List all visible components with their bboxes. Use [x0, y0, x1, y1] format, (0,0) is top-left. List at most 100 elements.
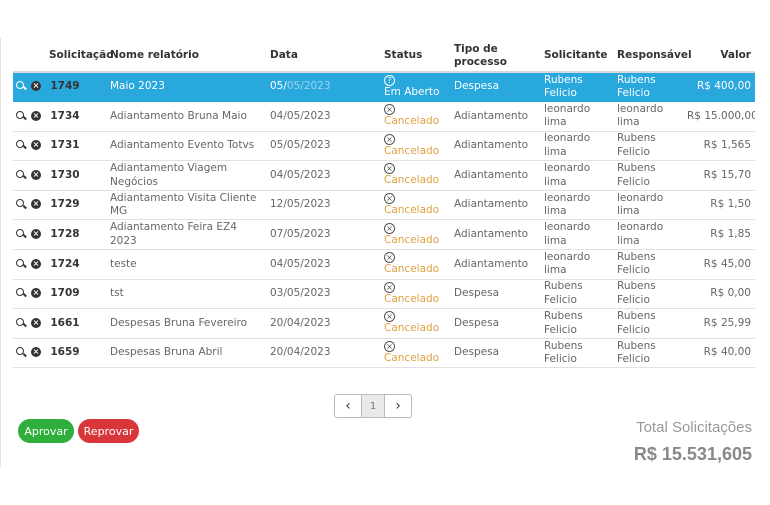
close-circle-icon[interactable]: ×	[31, 288, 41, 299]
x-circle-icon: ×	[384, 163, 395, 175]
close-circle-icon[interactable]: ×	[31, 169, 41, 180]
x-circle-icon: ×	[384, 133, 395, 145]
status-cell: × Cancelado	[382, 219, 452, 251]
requester: Rubens Felicio	[542, 279, 615, 310]
question-circle-icon: ?	[384, 74, 395, 86]
table-row[interactable]: × 1709 tst 03/05/2023 × Cancelado Despes…	[13, 279, 755, 310]
amount: R$ 1,565	[685, 131, 755, 162]
process-type: Despesa	[452, 279, 542, 310]
pagination: ‹ 1 ›	[334, 394, 412, 418]
date-text: 05/05/2023	[270, 139, 331, 152]
table-row[interactable]: × 1659 Despesas Bruna Abril 20/04/2023 ×…	[13, 338, 755, 369]
magnifier-icon[interactable]	[16, 347, 26, 357]
table-header-row: Solicitação Nome relatório Data Status T…	[13, 40, 755, 73]
x-circle-icon: ×	[384, 311, 395, 323]
date-text: 20/04/2023	[270, 346, 331, 359]
table-row[interactable]: × 1728 Adiantamento Feira EZ4 2023 07/05…	[13, 219, 755, 251]
next-page-button[interactable]: ›	[385, 395, 411, 417]
header-nome[interactable]: Nome relatório	[108, 40, 258, 73]
requester: Rubens Felicio	[542, 72, 615, 103]
close-circle-icon[interactable]: ×	[31, 110, 41, 121]
close-circle-icon[interactable]: ×	[31, 199, 41, 210]
header-valor[interactable]: Valor	[685, 40, 755, 73]
status-cell: × Cancelado	[382, 190, 452, 221]
status-text: Cancelado	[384, 292, 440, 305]
date-text: 20/04/2023	[270, 316, 331, 329]
close-circle-icon[interactable]: ×	[31, 258, 41, 269]
magnifier-icon[interactable]	[16, 229, 26, 239]
responsible: Rubens Felicio	[615, 249, 685, 280]
date-text: 07/05/2023	[270, 228, 331, 241]
table-row[interactable]: × 1724 teste 04/05/2023 × Cancelado Adia…	[13, 249, 755, 280]
report-name: tst	[108, 279, 258, 310]
close-circle-icon[interactable]: ×	[31, 317, 41, 328]
table-row[interactable]: × 1661 Despesas Bruna Fevereiro 20/04/20…	[13, 308, 755, 339]
magnifier-icon[interactable]	[16, 317, 26, 328]
date-text-c: /2023	[300, 80, 331, 93]
total-value: R$ 15.531,605	[633, 444, 752, 464]
request-id: 1729	[50, 198, 80, 211]
status-cell: × Cancelado	[382, 160, 452, 191]
reject-button[interactable]: Reprovar	[78, 419, 139, 443]
header-solicitacao[interactable]: Solicitação	[13, 40, 113, 73]
magnifier-icon[interactable]	[16, 258, 26, 269]
magnifier-icon[interactable]	[16, 199, 26, 209]
requests-panel: Solicitação Nome relatório Data Status T…	[0, 0, 770, 505]
x-circle-icon: ×	[384, 252, 395, 264]
magnifier-icon[interactable]	[16, 140, 26, 150]
status-text: Cancelado	[384, 322, 440, 335]
magnifier-icon[interactable]	[16, 81, 26, 91]
header-solicitante[interactable]: Solicitante	[542, 40, 615, 73]
amount: R$ 0,00	[685, 279, 755, 310]
status-text: Cancelado	[384, 233, 440, 246]
table-row[interactable]: × 1729 Adiantamento Visita Cliente MG 12…	[13, 190, 755, 221]
magnifier-icon[interactable]	[16, 169, 26, 180]
x-circle-icon: ×	[384, 340, 395, 352]
row-actions: × 1709	[13, 279, 108, 310]
row-actions: × 1661	[13, 308, 108, 339]
report-date: 03/05/2023	[258, 279, 382, 310]
magnifier-icon[interactable]	[16, 110, 26, 121]
status-cell: × Cancelado	[382, 131, 452, 162]
amount: R$ 400,00	[685, 72, 755, 103]
header-data[interactable]: Data	[258, 40, 382, 73]
status-text: Cancelado	[384, 144, 440, 157]
date-text: 12/05/2023	[270, 198, 331, 211]
table-row[interactable]: × 1730 Adiantamento Viagem Negócios 04/0…	[13, 160, 755, 191]
amount: R$ 1,50	[685, 190, 755, 221]
close-circle-icon[interactable]: ×	[31, 229, 41, 240]
report-date: 05/05/2023	[258, 72, 382, 103]
x-circle-icon: ×	[384, 222, 395, 234]
status-cell: × Cancelado	[382, 101, 452, 132]
header-responsavel[interactable]: Responsável	[615, 40, 692, 73]
report-name: Adiantamento Bruna Maio	[108, 101, 258, 132]
amount: R$ 45,00	[685, 249, 755, 280]
requester: leonardo lima	[542, 190, 615, 221]
close-circle-icon[interactable]: ×	[31, 347, 41, 358]
date-text: 03/05/2023	[270, 287, 331, 300]
table-row[interactable]: × 1731 Adiantamento Evento Totvs 05/05/2…	[13, 131, 755, 162]
approve-button[interactable]: Aprovar	[18, 419, 74, 443]
report-name: Despesas Bruna Abril	[108, 338, 258, 369]
prev-page-button[interactable]: ‹	[335, 395, 361, 417]
x-circle-icon: ×	[384, 281, 395, 293]
page-1-button[interactable]: 1	[361, 395, 385, 417]
panel-border	[0, 38, 1, 467]
table-row[interactable]: × 1749 Maio 2023 05/05/2023 ? Em Aberto …	[13, 72, 755, 103]
responsible: Rubens Felicio	[615, 338, 685, 369]
header-status[interactable]: Status	[382, 40, 452, 73]
magnifier-icon[interactable]	[16, 288, 26, 298]
table-row[interactable]: × 1734 Adiantamento Bruna Maio 04/05/202…	[13, 101, 755, 132]
amount: R$ 1,85	[685, 219, 755, 251]
close-circle-icon[interactable]: ×	[31, 81, 41, 92]
header-tipo[interactable]: Tipo de processo	[452, 40, 542, 73]
row-actions: × 1731	[13, 131, 108, 162]
request-id: 1749	[50, 80, 80, 93]
process-type: Despesa	[452, 338, 542, 369]
responsible: leonardo lima	[615, 219, 685, 251]
requester: leonardo lima	[542, 131, 615, 162]
close-circle-icon[interactable]: ×	[31, 140, 41, 151]
report-name: Maio 2023	[108, 72, 258, 103]
requester: leonardo lima	[542, 249, 615, 280]
process-type: Adiantamento	[452, 160, 542, 191]
